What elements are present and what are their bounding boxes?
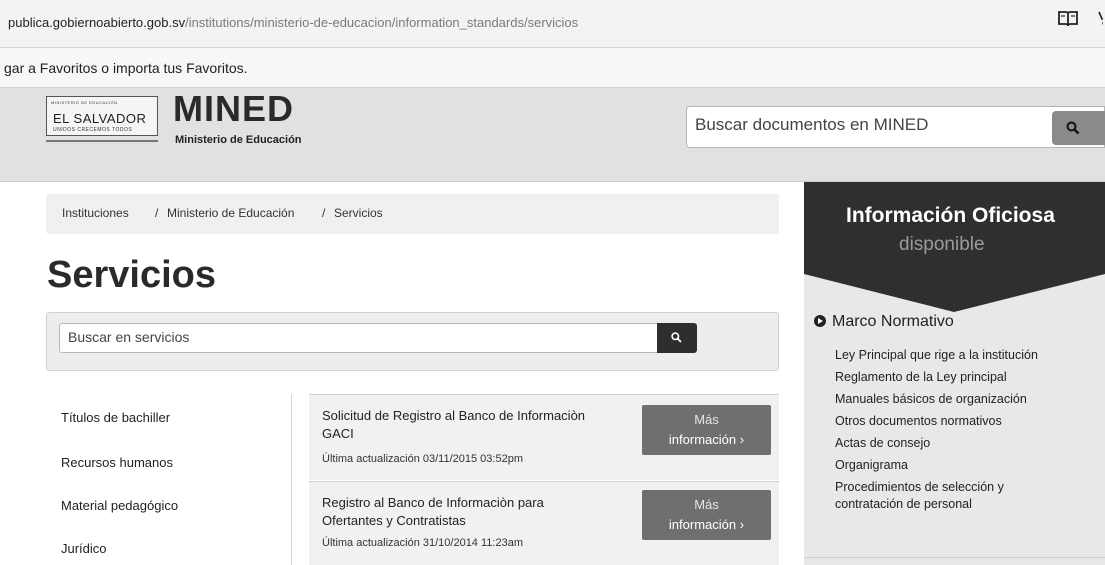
service-row: Solicitud de Registro al Banco de Inform… [309, 394, 779, 480]
document-search [686, 106, 1105, 148]
service-name-cont[interactable]: Ofertantes y Contratistas [322, 512, 466, 530]
favorites-bar: gar a Favoritos o importa tus Favoritos. [0, 48, 1105, 88]
service-row: Registro al Banco de Informaciòn para Of… [309, 481, 779, 565]
service-search-button[interactable] [657, 323, 697, 353]
right-panel-header [804, 182, 1105, 274]
brand-subtitle: Ministerio de Educación [175, 134, 302, 146]
link-manuales[interactable]: Manuales básicos de organización [835, 391, 1027, 408]
link-actas[interactable]: Actas de consejo [835, 435, 930, 452]
link-ley-principal[interactable]: Ley Principal que rige a la institución [835, 347, 1038, 364]
more-info-label: Más [694, 412, 719, 427]
link-procedimientos-cont[interactable]: contratación de personal [835, 496, 972, 513]
link-procedimientos[interactable]: Procedimientos de selección y [835, 479, 1004, 496]
service-updated: Última actualización 03/11/2015 03:52pm [322, 453, 523, 465]
breadcrumb-ministerio[interactable]: Ministerio de Educación [167, 206, 294, 220]
breadcrumb-instituciones[interactable]: Instituciones [62, 206, 129, 220]
service-updated: Última actualización 31/10/2014 11:23am [322, 537, 523, 549]
right-panel-title: Información Oficiosa [846, 204, 1055, 227]
document-search-button[interactable] [1052, 111, 1105, 145]
favorite-star-icon[interactable] [1089, 9, 1103, 29]
service-search-input[interactable] [68, 329, 648, 345]
category-recursos-humanos[interactable]: Recursos humanos [61, 455, 173, 470]
logo-underline [46, 140, 158, 142]
more-info-label: información › [668, 432, 745, 447]
url-text[interactable]: publica.gobiernoabierto.gob.sv/instituti… [8, 15, 578, 30]
breadcrumb-separator: / [155, 206, 159, 220]
category-titulos-de-bachiller[interactable]: Títulos de bachiller [61, 410, 170, 425]
breadcrumb: Instituciones / Ministerio de Educación … [46, 194, 779, 234]
url-path: /institutions/ministerio-de-educacion/in… [185, 15, 579, 30]
section-title: Marco Normativo [832, 313, 954, 330]
section-bullet-icon [814, 315, 826, 327]
service-name-cont[interactable]: GACI [322, 425, 354, 443]
search-icon [671, 332, 682, 343]
logo-ministry-text: MINISTERIO DE EDUCACIÓN [51, 100, 118, 105]
search-icon [1066, 121, 1080, 135]
more-info-label: Más [694, 497, 719, 512]
site-header: MINISTERIO DE EDUCACIÓN EL SALVADOR UNID… [0, 88, 1105, 182]
service-name[interactable]: Registro al Banco de Informaciòn para [322, 494, 544, 512]
brand-title[interactable]: MINED [173, 88, 294, 130]
more-info-button[interactable]: Más información › [642, 490, 771, 540]
reading-view-icon[interactable] [1057, 9, 1079, 29]
link-otros-documentos[interactable]: Otros documentos normativos [835, 413, 1002, 430]
el-salvador-logo[interactable]: MINISTERIO DE EDUCACIÓN EL SALVADOR UNID… [46, 96, 158, 136]
section-marco-normativo[interactable]: Marco Normativo [814, 313, 954, 331]
service-search-panel [46, 312, 779, 371]
url-host: publica.gobiernoabierto.gob.sv [8, 15, 186, 30]
service-name[interactable]: Solicitud de Registro al Banco de Inform… [322, 407, 585, 425]
page-title: Servicios [47, 254, 216, 296]
more-info-label: información › [668, 517, 745, 532]
category-juridico[interactable]: Jurídico [61, 541, 107, 556]
breadcrumb-separator: / [322, 206, 326, 220]
logo-country-text: EL SALVADOR [53, 111, 147, 126]
category-material-pedagogico[interactable]: Material pedagógico [61, 498, 178, 513]
address-bar[interactable]: publica.gobiernoabierto.gob.sv/instituti… [0, 0, 1105, 48]
panel-divider [804, 557, 1105, 558]
link-reglamento[interactable]: Reglamento de la Ley principal [835, 369, 1007, 386]
more-info-button[interactable]: Más información › [642, 405, 771, 455]
favorites-prompt[interactable]: gar a Favoritos o importa tus Favoritos. [4, 60, 248, 76]
breadcrumb-current: Servicios [334, 206, 383, 220]
document-search-input[interactable] [695, 115, 1025, 135]
right-panel-arrow [804, 274, 1105, 312]
link-organigrama[interactable]: Organigrama [835, 457, 908, 474]
right-panel-subtitle: disponible [899, 234, 985, 255]
logo-motto-text: UNIDOS CRECEMOS TODOS [53, 127, 133, 133]
service-search-field [59, 323, 659, 353]
category-divider [291, 394, 292, 565]
